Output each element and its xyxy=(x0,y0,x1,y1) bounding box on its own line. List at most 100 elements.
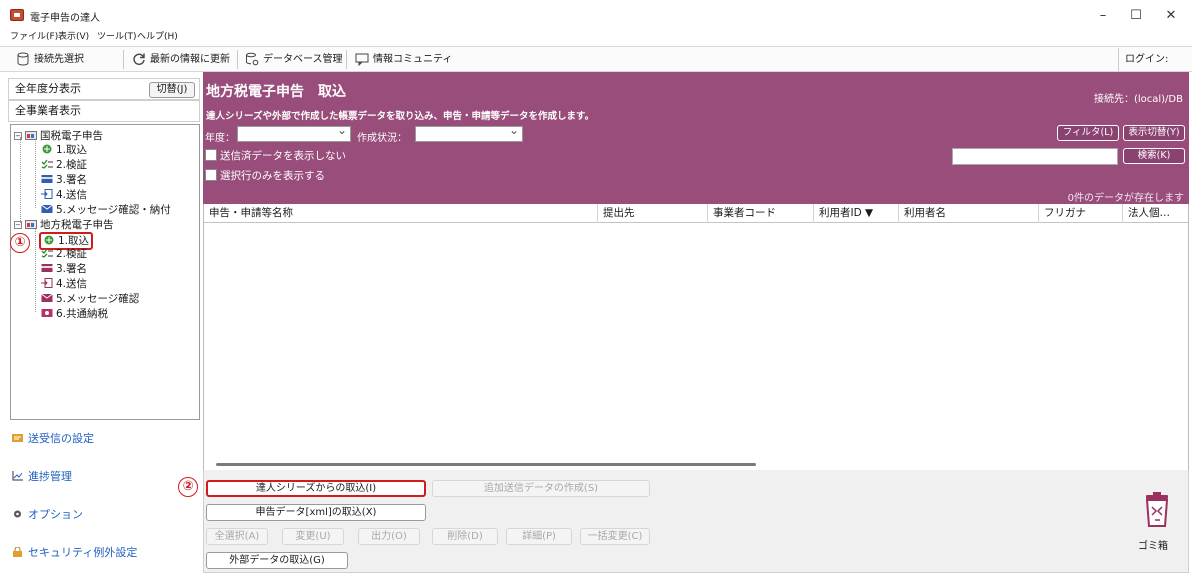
card-icon xyxy=(41,175,53,183)
step-marker-1: ① xyxy=(10,233,30,253)
connect-select-button[interactable]: 接続先選択 xyxy=(14,49,84,70)
all-years-row: 全年度分表示 切替(J) xyxy=(8,78,200,100)
filter-button[interactable]: フィルタ(L) xyxy=(1057,125,1119,141)
selected-only-checkbox[interactable] xyxy=(205,169,217,181)
column-header-user-name[interactable]: 利用者名 xyxy=(898,204,1038,223)
tree-node-local[interactable]: − 地方税電子申告 xyxy=(14,218,114,232)
tree-label: 3.署名 xyxy=(56,174,88,186)
tree-node-local-message[interactable]: 5.メッセージ確認 xyxy=(41,292,139,306)
toolbar-separator xyxy=(123,50,124,69)
change-button[interactable]: 変更(U) xyxy=(282,528,344,545)
trash-icon[interactable] xyxy=(1140,492,1174,528)
app-icon xyxy=(10,9,24,21)
tree-node-local-verify[interactable]: 2.検証 xyxy=(41,247,87,261)
tree-label: 3.署名 xyxy=(56,263,88,275)
database-settings-icon xyxy=(246,52,259,66)
close-button[interactable]: ✕ xyxy=(1156,6,1186,26)
login-status: ログイン: xyxy=(1118,48,1188,71)
search-input[interactable] xyxy=(952,148,1118,165)
link-label: オプション xyxy=(28,508,83,521)
switch-button[interactable]: 切替(J) xyxy=(149,82,195,98)
hide-sent-checkbox[interactable] xyxy=(205,149,217,161)
tree-node-national-verify[interactable]: 2.検証 xyxy=(41,158,87,172)
import-external-button[interactable]: 外部データの取込(G) xyxy=(206,552,348,569)
column-header-furigana[interactable]: フリガナ xyxy=(1038,204,1122,223)
payment-icon xyxy=(41,309,53,317)
tree-connector xyxy=(20,137,21,223)
all-businesses-row[interactable]: 全事業者表示 xyxy=(8,100,200,122)
tree-node-local-sign[interactable]: 3.署名 xyxy=(41,262,87,276)
tree-label: 地方税電子申告 xyxy=(40,219,114,231)
delete-button[interactable]: 削除(D) xyxy=(432,528,498,545)
tree-node-national-sign[interactable]: 3.署名 xyxy=(41,173,87,187)
tree-node-national-message[interactable]: 5.メッセージ確認・納付 xyxy=(41,203,171,217)
chart-icon xyxy=(12,471,23,481)
column-header-entity-type[interactable]: 法人個… xyxy=(1122,204,1188,223)
menu-file[interactable]: ファイル(F) xyxy=(10,30,58,44)
menu-view[interactable]: 表示(V) xyxy=(58,30,89,44)
mail-icon xyxy=(41,293,53,302)
maximize-button[interactable]: ☐ xyxy=(1121,6,1151,26)
collapse-icon[interactable]: − xyxy=(14,132,22,140)
refresh-label: 最新の情報に更新 xyxy=(150,54,230,65)
link-label: 送受信の設定 xyxy=(28,432,94,445)
column-header-name[interactable]: 申告・申請等名称 xyxy=(204,204,597,223)
tree-label: 2.検証 xyxy=(56,159,88,171)
column-header-user-id[interactable]: 利用者ID ▼ xyxy=(813,204,898,223)
trash-bin-icon xyxy=(1145,492,1169,527)
import-icon xyxy=(42,144,52,154)
tree-label: 2.検証 xyxy=(56,248,88,260)
column-header-destination[interactable]: 提出先 xyxy=(597,204,707,223)
menu-help[interactable]: ヘルプ(H) xyxy=(137,30,178,44)
community-button[interactable]: 情報コミュニティ xyxy=(353,49,452,70)
tree-node-national-send[interactable]: 4.送信 xyxy=(41,188,87,202)
horizontal-scrollbar[interactable] xyxy=(216,463,756,466)
left-pane: 全年度分表示 切替(J) 全事業者表示 − 国税電子申告 1.取込 2.検証 3.… xyxy=(8,76,200,572)
refresh-button[interactable]: 最新の情報に更新 xyxy=(130,49,230,70)
display-switch-button[interactable]: 表示切替(Y) xyxy=(1123,125,1185,141)
settings-icon xyxy=(12,434,23,442)
tree-node-local-send[interactable]: 4.送信 xyxy=(41,277,87,291)
table-header: 申告・申請等名称 提出先 事業者コード 利用者ID ▼ 利用者名 フリガナ 法人… xyxy=(204,204,1188,223)
page-title: 地方税電子申告 取込 xyxy=(206,84,346,100)
select-all-button[interactable]: 全選択(A) xyxy=(206,528,268,545)
tree-node-national[interactable]: − 国税電子申告 xyxy=(14,129,103,143)
link-label: 進捗管理 xyxy=(28,470,72,483)
tree-label: 6.共通納税 xyxy=(56,308,109,320)
column-header-business-code[interactable]: 事業者コード xyxy=(707,204,813,223)
import-icon xyxy=(44,235,54,245)
import-series-button[interactable]: 達人シリーズからの取込(I) xyxy=(206,480,426,497)
toolbar: 接続先選択 最新の情報に更新 データベース管理 情報コミュニティ ログイン: xyxy=(0,46,1192,72)
send-icon xyxy=(41,189,53,199)
minimize-button[interactable]: – xyxy=(1088,6,1118,26)
database-manage-button[interactable]: データベース管理 xyxy=(243,49,343,70)
tree-label: 5.メッセージ確認・納付 xyxy=(56,204,171,216)
selected-only-option[interactable]: 選択行のみを表示する xyxy=(205,168,325,183)
tree-node-national-import[interactable]: 1.取込 xyxy=(41,143,87,157)
data-table: 申告・申請等名称 提出先 事業者コード 利用者ID ▼ 利用者名 フリガナ 法人… xyxy=(203,204,1189,470)
checklist-icon xyxy=(41,248,53,258)
tree-node-local-payment[interactable]: 6.共通納税 xyxy=(41,307,108,321)
progress-link[interactable]: 進捗管理 xyxy=(12,468,72,484)
collapse-icon[interactable]: − xyxy=(14,221,22,229)
menu-tools[interactable]: ツール(T) xyxy=(97,30,137,44)
create-additional-button[interactable]: 追加送信データの作成(S) xyxy=(432,480,650,497)
status-label: 作成状況： xyxy=(357,133,407,144)
year-select[interactable] xyxy=(237,123,351,142)
import-xml-button[interactable]: 申告データ[xml]の取込(X) xyxy=(206,504,426,521)
hide-sent-option[interactable]: 送信済データを表示しない xyxy=(205,148,346,163)
security-link[interactable]: セキュリティ例外設定 xyxy=(12,544,137,560)
options-link[interactable]: オプション xyxy=(12,506,83,522)
tree-label: 国税電子申告 xyxy=(40,130,103,142)
search-button[interactable]: 検索(K) xyxy=(1123,148,1185,164)
send-settings-link[interactable]: 送受信の設定 xyxy=(12,430,94,446)
detail-button[interactable]: 詳細(P) xyxy=(506,528,572,545)
tree-connector xyxy=(35,229,36,312)
output-button[interactable]: 出力(O) xyxy=(358,528,420,545)
community-label: 情報コミュニティ xyxy=(373,54,453,65)
status-select[interactable] xyxy=(415,123,523,142)
bulk-change-button[interactable]: 一括変更(C) xyxy=(580,528,650,545)
refresh-icon xyxy=(133,53,145,65)
database-manage-label: データベース管理 xyxy=(263,54,343,65)
tree-label: 1.取込 xyxy=(56,144,88,156)
